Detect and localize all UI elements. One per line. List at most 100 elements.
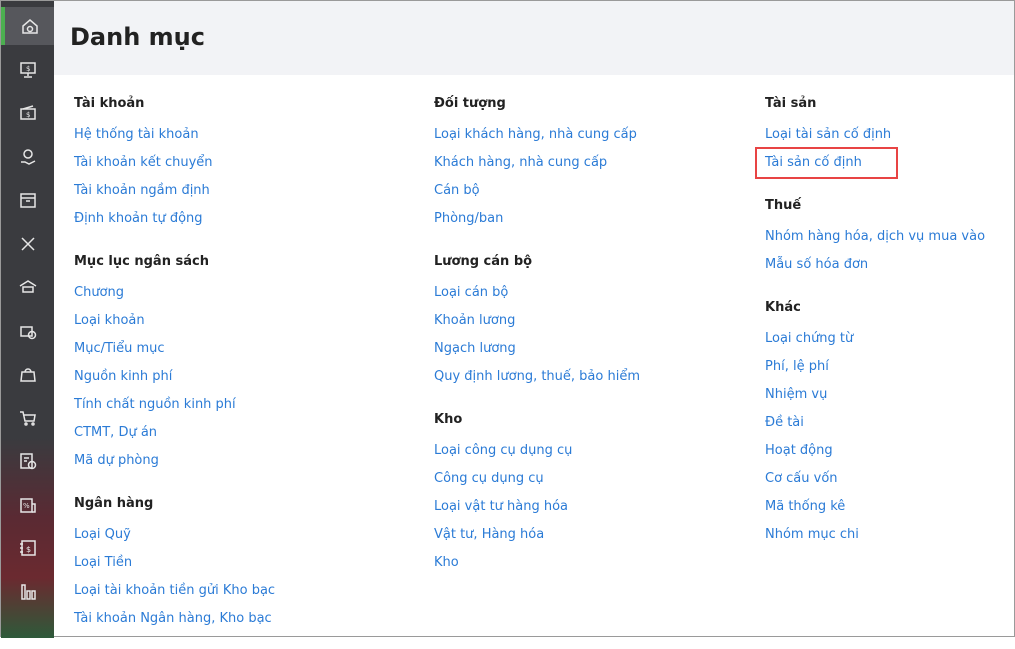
section-title: Khác (765, 300, 801, 315)
sidebar-item-cart[interactable] (1, 399, 54, 437)
svg-text:$: $ (26, 545, 31, 554)
sidebar-item-ledger-dollar[interactable]: $ (1, 529, 54, 567)
list-item: Kho (434, 549, 764, 577)
catalog-link[interactable]: Mẫu số hóa đơn (765, 251, 868, 279)
page-title: Danh mục (70, 23, 205, 51)
list-item: Định khoản tự động (74, 205, 404, 233)
sidebar-item-invoice-dollar[interactable] (1, 442, 54, 480)
catalog-link[interactable]: Nhiệm vụ (765, 381, 827, 409)
catalog-link[interactable]: Loại khách hàng, nhà cung cấp (434, 121, 637, 149)
catalog-link[interactable]: Khách hàng, nhà cung cấp (434, 149, 607, 177)
catalog-link[interactable]: Nhóm mục chi (765, 521, 859, 549)
catalog-link[interactable]: Nguồn kinh phí (74, 363, 172, 391)
list-item: Cơ cấu vốn (765, 465, 1015, 493)
list-item: Loại khoản (74, 307, 404, 335)
catalog-link[interactable]: Phí, lệ phí (765, 353, 829, 381)
catalog-link[interactable]: Mã thống kê (765, 493, 845, 521)
catalog-link[interactable]: Công cụ dụng cụ (434, 465, 544, 493)
catalog-link[interactable]: Phòng/ban (434, 205, 503, 233)
catalog-link[interactable]: Loại cán bộ (434, 279, 508, 307)
list-item: Đề tài (765, 409, 1015, 437)
catalog-link[interactable]: Chương (74, 279, 124, 307)
list-item: Loại Quỹ (74, 521, 404, 549)
section-title: Ngân hàng (74, 496, 154, 511)
section-title: Kho (434, 412, 463, 427)
catalog-link[interactable]: Mã dự phòng (74, 447, 159, 475)
hand-coin-icon (20, 148, 35, 165)
catalog-link[interactable]: Loại tài khoản tiền gửi Kho bạc (74, 577, 275, 605)
box-icon (19, 193, 36, 208)
catalog-link[interactable]: Ngạch lương (434, 335, 516, 363)
sidebar-item-tools[interactable] (1, 225, 54, 263)
list-item: Tài khoản ngầm định (74, 177, 404, 205)
catalog-link[interactable]: Vật tư, Hàng hóa (434, 521, 544, 549)
invoice-dollar-icon (19, 453, 36, 470)
catalog-link[interactable]: Loại công cụ dụng cụ (434, 437, 572, 465)
list-item: Mẫu số hóa đơn (765, 251, 1015, 279)
section: Lương cán bộ Loại cán bộ Khoản lương Ngạch … (434, 249, 764, 391)
svg-text:$: $ (26, 65, 30, 73)
catalog-link[interactable]: Quy định lương, thuế, bảo hiểm (434, 363, 640, 391)
sidebar-item-hand-coin[interactable] (1, 138, 54, 176)
list-item: Nguồn kinh phí (74, 363, 404, 391)
list-item: Khoản lương (434, 307, 764, 335)
catalog-link[interactable]: Kho (434, 549, 459, 577)
list-item: Tính chất nguồn kinh phí (74, 391, 404, 419)
sidebar-item-home[interactable] (1, 7, 54, 45)
catalog-link[interactable]: CTMT, Dự án (74, 419, 157, 447)
catalog-link[interactable]: Loại Tiền (74, 549, 132, 577)
ledger-dollar-icon: $ (19, 540, 36, 556)
list-item: Phòng/ban (434, 205, 764, 233)
list-item: Loại khách hàng, nhà cung cấp (434, 121, 764, 149)
sidebar-item-bar-chart[interactable] (1, 573, 54, 611)
catalog-link[interactable]: Tài khoản ngầm định (74, 177, 210, 205)
catalog-link[interactable]: Tài khoản Ngân hàng, Kho bạc (74, 605, 272, 633)
catalog-link[interactable]: Tính chất nguồn kinh phí (74, 391, 236, 419)
list-item: Loại vật tư hàng hóa (434, 493, 764, 521)
svg-text:$: $ (26, 111, 30, 119)
catalog-link[interactable]: Cán bộ (434, 177, 480, 205)
sidebar-item-wallet[interactable]: $ (1, 94, 54, 132)
catalog-link[interactable]: Mục/Tiểu mục (74, 335, 165, 363)
list-item: Loại tài sản cố định (765, 121, 1015, 149)
list-item: Mục/Tiểu mục (74, 335, 404, 363)
sidebar-item-monitor-dollar[interactable]: $ (1, 51, 54, 89)
list-item: Tài khoản Ngân hàng, Kho bạc (74, 605, 404, 633)
bag-icon (19, 368, 36, 382)
catalog-link[interactable]: Đề tài (765, 409, 804, 437)
home-icon (21, 19, 38, 34)
catalog-link[interactable]: Cơ cấu vốn (765, 465, 838, 493)
list-item: Ngạch lương (434, 335, 764, 363)
section-title: Mục lục ngân sách (74, 254, 209, 269)
section: Kho Loại công cụ dụng cụ Công cụ dụng cụ Lo… (434, 407, 764, 577)
list-item: Nhóm mục chi (765, 521, 1015, 549)
catalog-link[interactable]: Định khoản tự động (74, 205, 203, 233)
sidebar-item-garage[interactable] (1, 268, 54, 306)
catalog-link[interactable]: Hệ thống tài khoản (74, 121, 199, 149)
list-item: Chương (74, 279, 404, 307)
catalog-link[interactable]: Loại chứng từ (765, 325, 853, 353)
catalog-link[interactable]: Hoạt động (765, 437, 833, 465)
catalog-link[interactable]: Loại vật tư hàng hóa (434, 493, 568, 521)
catalog-link[interactable]: Khoản lương (434, 307, 515, 335)
catalog-link[interactable]: Loại Quỹ (74, 521, 131, 549)
list-item: Mã thống kê (765, 493, 1015, 521)
sidebar-item-box[interactable] (1, 181, 54, 219)
cart-icon (19, 410, 36, 426)
tools-icon (20, 236, 35, 251)
sidebar: $ $% $ (1, 1, 54, 638)
catalog-link[interactable]: Loại tài sản cố định (765, 121, 891, 149)
briefcase-dollar-icon (19, 325, 36, 339)
catalog-link[interactable]: Tài khoản kết chuyển (74, 149, 213, 177)
list-item: CTMT, Dự án (74, 419, 404, 447)
list-item: Công cụ dụng cụ (434, 465, 764, 493)
section: Đối tượng Loại khách hàng, nhà cung cấp Kh… (434, 91, 764, 233)
sidebar-item-bag[interactable] (1, 355, 54, 393)
sidebar-item-percent[interactable]: % (1, 486, 54, 524)
catalog-link[interactable]: Nhóm hàng hóa, dịch vụ mua vào (765, 223, 985, 251)
list-item: Phí, lệ phí (765, 353, 1015, 381)
section-title: Tài sản (765, 96, 817, 111)
catalog-link[interactable]: Loại khoản (74, 307, 145, 335)
sidebar-item-briefcase-dollar[interactable] (1, 312, 54, 350)
list-item: Khách hàng, nhà cung cấp (434, 149, 764, 177)
